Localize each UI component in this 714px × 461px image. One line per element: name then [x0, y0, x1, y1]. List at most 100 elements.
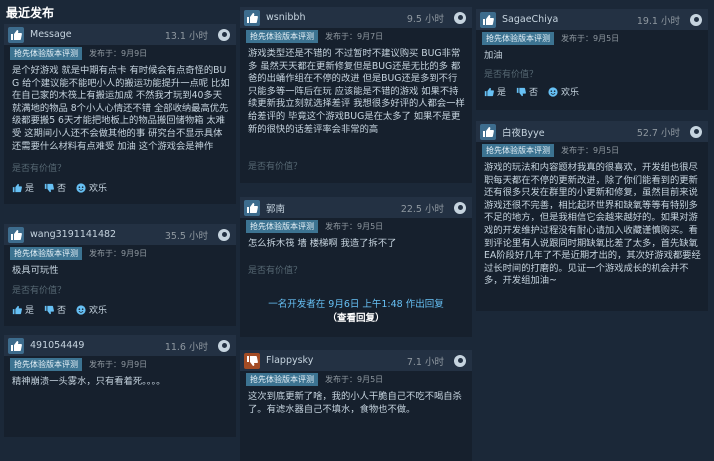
vote-yes-button[interactable]: 是 [484, 85, 506, 98]
steam-icon [218, 228, 230, 241]
review-card[interactable]: wsnibbh 9.5 小时 抢先体验版本评测 发布于：9月7日 游戏类型还是不… [240, 7, 472, 183]
vote-funny-button[interactable]: 欢乐 [76, 181, 107, 194]
review-header: 491054449 11.6 小时 [4, 335, 236, 356]
reviewer-name[interactable]: 白夜Byye [502, 125, 545, 139]
helpful-question: 是否有价值？ [12, 286, 67, 296]
posted-date: 发布于：9月5日 [561, 146, 620, 155]
developer-reply-link[interactable]: 一名开发者在 9月6日 上午1:48 作出回复 [240, 298, 472, 312]
review-card[interactable]: 491054449 11.6 小时 抢先体验版本评测 发布于：9月9日 精神崩溃… [4, 335, 236, 437]
early-access-badge: 抢先体验版本评测 [246, 30, 318, 43]
review-header: wsnibbh 9.5 小时 [240, 7, 472, 28]
vote-funny-button[interactable]: 欢乐 [76, 303, 107, 316]
posted-date: 发布于：9月9日 [89, 360, 148, 369]
review-text: 怎么拆木筏 墙 楼梯啊 我造了拆不了 [248, 238, 397, 249]
thumbs-up-icon [8, 337, 24, 354]
helpful-question: 是否有价值？ [484, 70, 539, 80]
play-hours: 7.1 小时 [406, 356, 444, 368]
review-header: 白夜Byye 52.7 小时 [476, 121, 708, 142]
review-header: Flappysky 7.1 小时 [240, 350, 472, 371]
review-card[interactable]: Message 13.1 小时 抢先体验版本评测 发布于：9月9日 是个好游戏 … [4, 24, 236, 204]
early-access-badge: 抢先体验版本评测 [10, 247, 82, 260]
reviewer-name[interactable]: Flappysky [266, 355, 313, 366]
review-footer: 是否有价值？ [240, 259, 472, 289]
review-footer: 是否有价值？ 是 否 欢乐 [4, 157, 236, 204]
play-hours: 22.5 小时 [400, 203, 444, 215]
play-hours: 11.6 小时 [164, 341, 208, 353]
vote-row: 是 否 欢乐 [12, 303, 117, 316]
reviewer-name[interactable]: SagaeChiya [502, 14, 558, 25]
review-text: 加油 [484, 50, 503, 61]
review-header: 郭南 22.5 小时 [240, 197, 472, 218]
posted-date: 发布于：9月9日 [89, 249, 148, 258]
thumbs-up-icon [480, 123, 496, 140]
reviewer-name[interactable]: wsnibbh [266, 12, 305, 23]
play-hours: 19.1 小时 [636, 15, 680, 27]
vote-no-button[interactable]: 否 [44, 181, 66, 194]
thumbs-down-icon [44, 183, 54, 193]
posted-date: 发布于：9月5日 [325, 222, 384, 231]
review-meta: 抢先体验版本评测 发布于：9月5日 [476, 142, 708, 159]
play-hours: 52.7 小时 [636, 127, 680, 139]
early-access-badge: 抢先体验版本评测 [10, 47, 82, 60]
reviewer-name[interactable]: wang3191141482 [30, 229, 116, 240]
thumbs-up-icon [484, 87, 494, 97]
steam-icon [218, 28, 230, 41]
steam-icon [218, 339, 230, 352]
early-access-badge: 抢先体验版本评测 [246, 373, 318, 386]
steam-icon [690, 13, 702, 26]
posted-date: 发布于：9月5日 [325, 375, 384, 384]
vote-yes-button[interactable]: 是 [12, 303, 34, 316]
review-text: 极具可玩性 [12, 265, 59, 276]
smiley-icon [76, 182, 86, 193]
review-meta: 抢先体验版本评测 发布于：9月9日 [4, 45, 236, 62]
view-reply-link[interactable]: （查看回复） [240, 312, 472, 326]
review-card[interactable]: wang3191141482 35.5 小时 抢先体验版本评测 发布于：9月9日… [4, 224, 236, 326]
early-access-badge: 抢先体验版本评测 [10, 358, 82, 371]
posted-date: 发布于：9月5日 [561, 34, 620, 43]
early-access-badge: 抢先体验版本评测 [482, 32, 554, 45]
review-card[interactable]: Flappysky 7.1 小时 抢先体验版本评测 发布于：9月5日 这次到底更… [240, 350, 472, 461]
review-text: 游戏类型还是不错的 不过暂时不建议购买 BUG非常多 虽然天天都在更新修复但是B… [248, 48, 465, 135]
review-header: Message 13.1 小时 [4, 24, 236, 45]
posted-date: 发布于：9月9日 [89, 49, 148, 58]
reviewer-name[interactable]: 郭南 [266, 201, 285, 215]
thumbs-down-icon [244, 352, 260, 369]
helpful-question: 是否有价值？ [248, 266, 303, 276]
play-hours: 13.1 小时 [164, 30, 208, 42]
early-access-badge: 抢先体验版本评测 [482, 144, 554, 157]
review-footer: 是否有价值？ 是 否 欢乐 [4, 279, 236, 326]
vote-row: 是 否 欢乐 [12, 181, 117, 194]
thumbs-up-icon [8, 226, 24, 243]
review-text: 这次到底更新了啥，我的小人干脆自己不吃不喝自杀了。有滤水器自己不填水，食物也不做… [248, 391, 462, 415]
smiley-icon [76, 304, 86, 315]
helpful-question: 是否有价值？ [248, 162, 303, 172]
posted-date: 发布于：9月7日 [325, 32, 384, 41]
reviewer-name[interactable]: 491054449 [30, 340, 84, 351]
reviewer-name[interactable]: Message [30, 29, 72, 40]
vote-funny-button[interactable]: 欢乐 [548, 85, 579, 98]
review-text: 游戏的玩法和内容题材我真的很喜欢，开发组也很尽职每天都在不停的更新改进，除了你们… [484, 162, 701, 287]
review-card[interactable]: 白夜Byye 52.7 小时 抢先体验版本评测 发布于：9月5日 游戏的玩法和内… [476, 121, 708, 311]
steam-icon [454, 11, 466, 24]
review-meta: 抢先体验版本评测 发布于：9月5日 [476, 30, 708, 47]
thumbs-down-icon [516, 87, 526, 97]
review-meta: 抢先体验版本评测 发布于：9月5日 [240, 371, 472, 388]
thumbs-up-icon [244, 9, 260, 26]
helpful-question: 是否有价值？ [12, 164, 67, 174]
steam-icon [454, 354, 466, 367]
vote-no-button[interactable]: 否 [516, 85, 538, 98]
early-access-badge: 抢先体验版本评测 [246, 220, 318, 233]
thumbs-up-icon [244, 199, 260, 216]
play-hours: 35.5 小时 [164, 230, 208, 242]
review-card[interactable]: 郭南 22.5 小时 抢先体验版本评测 发布于：9月5日 怎么拆木筏 墙 楼梯啊… [240, 197, 472, 337]
review-header: wang3191141482 35.5 小时 [4, 224, 236, 245]
review-header: SagaeChiya 19.1 小时 [476, 9, 708, 30]
review-meta: 抢先体验版本评测 发布于：9月9日 [4, 356, 236, 373]
review-meta: 抢先体验版本评测 发布于：9月9日 [4, 245, 236, 262]
developer-reply: 一名开发者在 9月6日 上午1:48 作出回复 （查看回复） [240, 298, 472, 326]
vote-yes-button[interactable]: 是 [12, 181, 34, 194]
review-text: 精神崩溃一头雾水，只有看着死。。。。 [12, 376, 166, 387]
vote-no-button[interactable]: 否 [44, 303, 66, 316]
review-card[interactable]: SagaeChiya 19.1 小时 抢先体验版本评测 发布于：9月5日 加油 … [476, 9, 708, 110]
smiley-icon [548, 86, 558, 97]
